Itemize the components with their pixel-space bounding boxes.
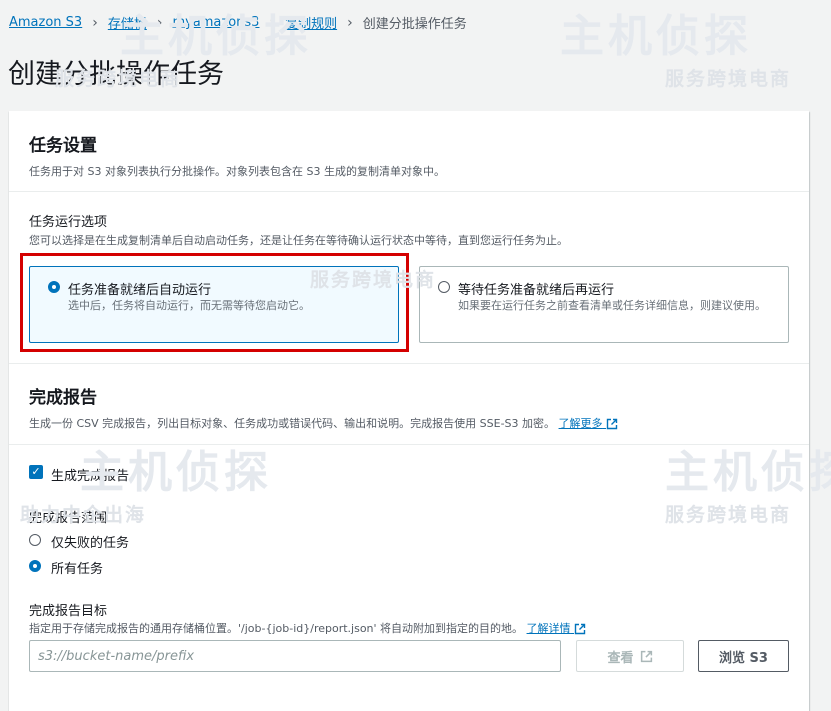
radio-unselected-icon[interactable] — [29, 534, 41, 546]
breadcrumb: Amazon S3 › 存储桶 › myamazons3 › 复制规则 › 创建… — [9, 13, 467, 33]
learn-more-label: 了解更多 — [558, 417, 603, 430]
run-option-wait-title: 等待任务准备就绪后再运行 — [458, 283, 615, 298]
run-option-auto[interactable]: 任务准备就绪后自动运行 选中后，任务将自动运行，而无需等待您启动它。 — [29, 266, 399, 343]
breadcrumb-replication-rules[interactable]: 复制规则 — [285, 13, 337, 32]
task-settings-heading: 任务设置 — [29, 136, 97, 156]
radio-selected-icon[interactable] — [48, 281, 60, 293]
report-scope-label: 完成报告范围 — [29, 511, 108, 526]
chevron-right-icon: › — [92, 14, 98, 31]
page-title: 创建分批操作任务 — [8, 59, 224, 90]
run-option-auto-title: 任务准备就绪后自动运行 — [68, 283, 212, 298]
scope-option-failed[interactable]: 仅失败的任务 — [29, 532, 169, 551]
run-option-wait[interactable]: 等待任务准备就绪后再运行 如果要在运行任务之前查看清单或任务详细信息，则建议使用… — [419, 266, 789, 343]
completion-report-description-row: 生成一份 CSV 完成报告，列出目标对象、任务成功或错误代码、输出和说明。完成报… — [29, 415, 618, 431]
report-destination-input[interactable] — [29, 640, 561, 672]
radio-selected-icon[interactable] — [29, 560, 41, 572]
view-button-label: 查看 — [607, 650, 634, 666]
external-link-icon — [640, 650, 652, 662]
breadcrumb-bucket[interactable]: myamazons3 — [172, 15, 259, 30]
divider — [9, 191, 809, 192]
external-link-icon — [574, 623, 586, 635]
main-panel: 任务设置 任务用于对 S3 对象列表执行分批操作。对象列表包含在 S3 生成的复… — [9, 111, 809, 711]
run-options-label: 任务运行选项 — [29, 215, 108, 230]
divider — [9, 444, 809, 445]
view-button[interactable]: 查看 — [576, 640, 684, 672]
generate-report-label: 生成完成报告 — [51, 469, 130, 484]
checkbox-checked-icon[interactable]: ✓ — [29, 465, 43, 479]
scope-option-failed-label: 仅失败的任务 — [51, 536, 130, 551]
breadcrumb-buckets[interactable]: 存储桶 — [108, 13, 147, 32]
watermark-brand: 主机侦探 — [560, 11, 752, 62]
browse-s3-button[interactable]: 浏览 S3 — [698, 640, 789, 672]
report-destination-description: 指定用于存储完成报告的通用存储桶位置。'/job-{job-id}/report… — [29, 622, 524, 635]
watermark-tagline: 服务跨境电商 — [665, 68, 792, 90]
scope-option-all[interactable]: 所有任务 — [29, 558, 169, 577]
completion-report-heading: 完成报告 — [29, 388, 97, 408]
run-options-description: 您可以选择是在生成复制清单后自动启动任务，还是让任务在等待确认运行状态中等待，直… — [29, 234, 568, 247]
learn-details-link[interactable]: 了解详情 — [527, 622, 587, 635]
run-option-auto-sub: 选中后，任务将自动运行，而无需等待您启动它。 — [68, 299, 310, 312]
scope-option-all-label: 所有任务 — [51, 562, 104, 577]
radio-unselected-icon[interactable] — [438, 281, 450, 293]
chevron-right-icon: › — [347, 14, 353, 31]
learn-details-label: 了解详情 — [526, 622, 571, 635]
report-destination-description-row: 指定用于存储完成报告的通用存储桶位置。'/job-{job-id}/report… — [29, 620, 586, 636]
external-link-icon — [606, 418, 618, 430]
task-settings-header: 任务设置 任务用于对 S3 对象列表执行分批操作。对象列表包含在 S3 生成的复… — [29, 131, 445, 179]
completion-report-header: 完成报告 生成一份 CSV 完成报告，列出目标对象、任务成功或错误代码、输出和说… — [29, 383, 618, 431]
run-option-wait-sub: 如果要在运行任务之前查看清单或任务详细信息，则建议使用。 — [458, 299, 766, 312]
chevron-right-icon: › — [269, 14, 276, 31]
report-destination-label: 完成报告目标 — [29, 604, 108, 619]
task-settings-description: 任务用于对 S3 对象列表执行分批操作。对象列表包含在 S3 生成的复制清单对象… — [29, 165, 445, 178]
breadcrumb-amazon-s3[interactable]: Amazon S3 — [9, 15, 82, 30]
completion-report-description: 生成一份 CSV 完成报告，列出目标对象、任务成功或错误代码、输出和说明。完成报… — [29, 417, 556, 430]
breadcrumb-current: 创建分批操作任务 — [362, 17, 467, 32]
learn-more-link[interactable]: 了解更多 — [559, 417, 619, 430]
divider — [9, 363, 809, 364]
chevron-right-icon: › — [156, 14, 163, 31]
watermark: 主机侦探 服务跨境电商 — [560, 0, 791, 91]
